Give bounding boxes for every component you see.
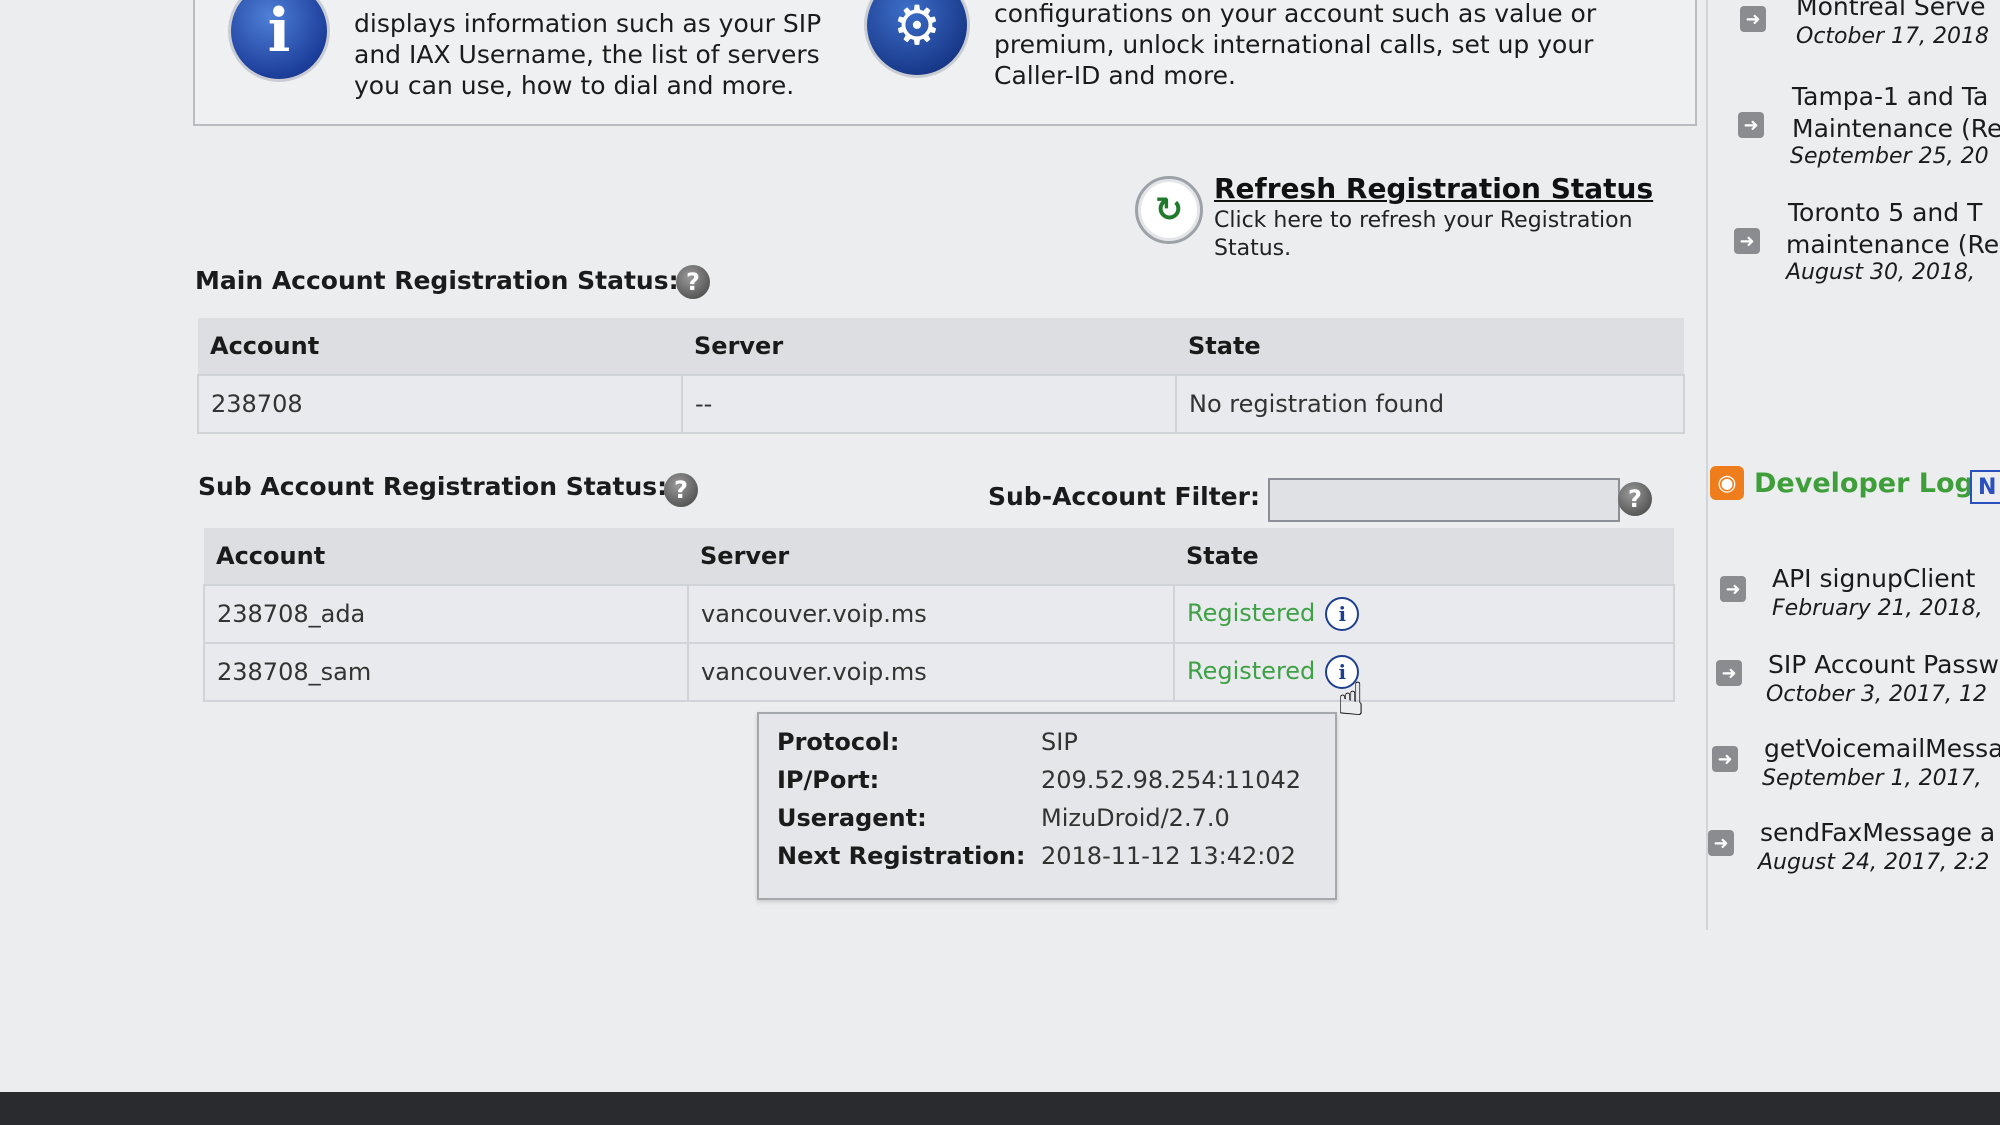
news-date: September 25, 20: [1790, 144, 1989, 169]
state-text: Registered: [1187, 657, 1316, 685]
next-registration-value: 2018-11-12 13:42:02: [1041, 842, 1296, 870]
info-circle-icon[interactable]: i: [1325, 597, 1360, 631]
state-cell: No registration found: [1175, 374, 1685, 434]
sub-account-label: Sub Account Registration Status:: [198, 472, 668, 501]
help-icon[interactable]: ?: [1618, 482, 1652, 516]
refresh-registration-link[interactable]: Refresh Registration Status: [1214, 172, 1653, 205]
sub-account-table: Account Server State 238708_ada vancouve…: [203, 528, 1675, 702]
intro-info-text: displays information such as your SIP an…: [354, 9, 822, 100]
state-text: Registered: [1187, 599, 1316, 627]
protocol-value: SIP: [1041, 728, 1078, 756]
devlog-date: August 24, 2017, 2:2: [1758, 850, 1990, 875]
arrow-bullet-icon: ➜: [1708, 830, 1734, 856]
devlog-title[interactable]: sendFaxMessage a: [1760, 818, 1995, 847]
registration-details-tooltip: Protocol: SIP IP/Port: 209.52.98.254:11042…: [757, 712, 1337, 900]
devlog-title[interactable]: API signupClient: [1772, 564, 1975, 593]
refresh-icon[interactable]: ↻: [1135, 176, 1203, 244]
server-cell: --: [681, 374, 1177, 434]
taskbar-edge: [0, 1092, 2000, 1125]
news-title[interactable]: Montreal Serve: [1796, 0, 1986, 21]
developer-log-badge: N: [1970, 470, 2000, 504]
ip-port-value: 209.52.98.254:11042: [1041, 766, 1302, 794]
ip-port-label: IP/Port:: [777, 766, 880, 794]
arrow-bullet-icon: ➜: [1740, 6, 1766, 32]
devlog-date: October 3, 2017, 12: [1766, 682, 1987, 707]
arrow-bullet-icon: ➜: [1716, 660, 1742, 686]
arrow-bullet-icon: ➜: [1738, 112, 1764, 138]
state-cell: Registered i: [1173, 584, 1675, 644]
sub-account-filter-input[interactable]: [1268, 478, 1620, 522]
main-account-label: Main Account Registration Status:: [195, 266, 679, 295]
useragent-label: Useragent:: [777, 804, 927, 832]
help-icon[interactable]: ?: [676, 265, 710, 299]
refresh-description: Click here to refresh your Registration …: [1214, 208, 1633, 261]
column-header: Server: [688, 528, 1174, 585]
arrow-bullet-icon: ➜: [1734, 228, 1760, 254]
news-date: October 17, 2018: [1796, 24, 1990, 49]
column-header: State: [1176, 318, 1684, 375]
account-cell: 238708_ada: [203, 584, 689, 644]
hand-pointer-icon: ☝: [1337, 672, 1366, 726]
column-header: State: [1174, 528, 1674, 585]
useragent-value: MizuDroid/2.7.0: [1041, 804, 1230, 832]
column-header: Account: [204, 528, 688, 585]
column-header: Server: [682, 318, 1176, 375]
table-row: 238708_ada vancouver.voip.ms Registered i: [203, 584, 1675, 644]
account-cell: 238708: [197, 374, 683, 434]
devlog-date: September 1, 2017,: [1762, 766, 1982, 791]
server-cell: vancouver.voip.ms: [687, 642, 1175, 702]
protocol-label: Protocol:: [777, 728, 900, 756]
column-header: Account: [198, 318, 682, 375]
news-title[interactable]: Toronto 5 and T: [1788, 198, 1982, 227]
account-cell: 238708_sam: [203, 642, 689, 702]
help-icon[interactable]: ?: [664, 473, 698, 507]
news-date: August 30, 2018,: [1786, 260, 1975, 285]
news-title[interactable]: Tampa-1 and Ta: [1792, 82, 1988, 111]
developer-log-title[interactable]: Developer Log: [1754, 468, 1974, 499]
next-registration-label: Next Registration:: [777, 842, 1026, 870]
arrow-bullet-icon: ➜: [1712, 746, 1738, 772]
news-title-line2[interactable]: Maintenance (Re: [1792, 114, 2000, 143]
rss-icon[interactable]: ◉: [1710, 466, 1744, 500]
devlog-date: February 21, 2018,: [1772, 596, 1983, 621]
devlog-title[interactable]: SIP Account Passw: [1768, 650, 1999, 679]
news-title-line2[interactable]: maintenance (Re: [1786, 230, 1999, 259]
state-cell: Registered i: [1173, 642, 1675, 702]
main-account-table: Account Server State 238708 -- No regist…: [197, 318, 1685, 434]
server-cell: vancouver.voip.ms: [687, 584, 1175, 644]
table-row: 238708 -- No registration found: [197, 374, 1685, 434]
sub-account-filter-label: Sub-Account Filter:: [988, 482, 1260, 511]
table-row: 238708_sam vancouver.voip.ms Registered i: [203, 642, 1675, 702]
arrow-bullet-icon: ➜: [1720, 576, 1746, 602]
devlog-title[interactable]: getVoicemailMessa: [1764, 734, 2000, 763]
intro-config-text: configurations on your account such as v…: [994, 0, 1597, 90]
sidebar-divider: [1706, 0, 1708, 930]
